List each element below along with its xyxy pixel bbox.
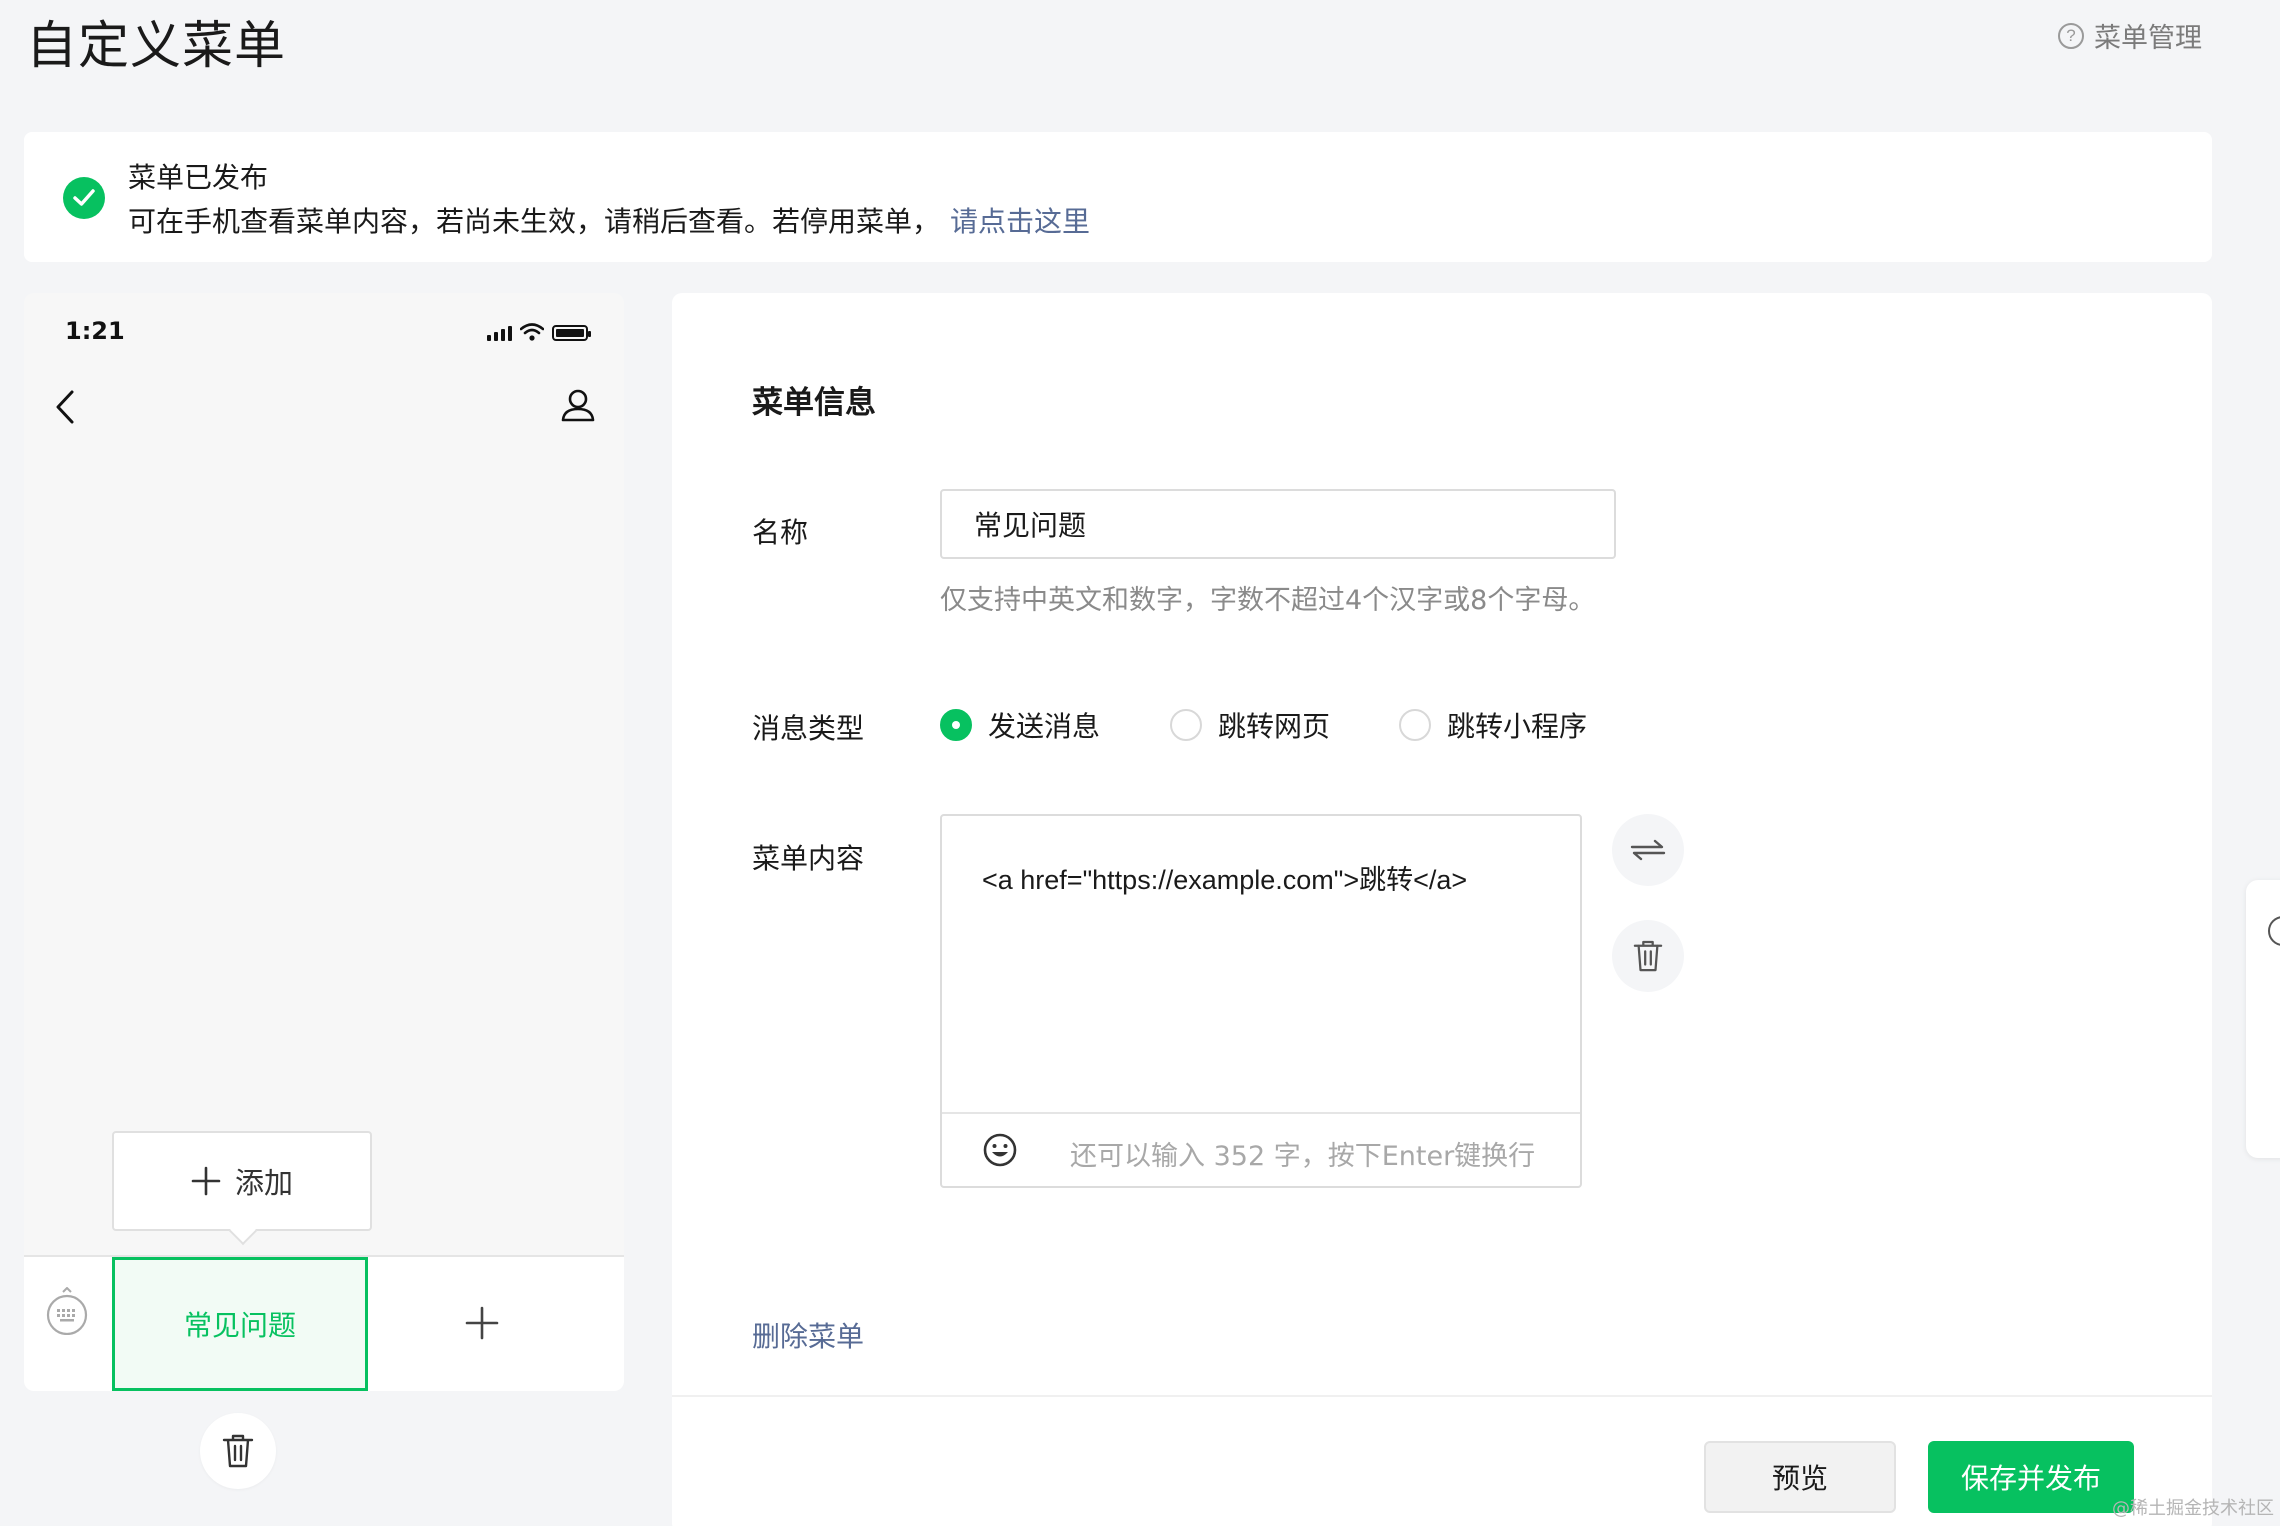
signal-icon (487, 326, 512, 341)
back-icon[interactable] (54, 389, 76, 429)
radio-dot (1399, 709, 1431, 741)
menu-editor-panel: 菜单信息 名称 仅支持中英文和数字，字数不超过4个汉字或8个字母。 消息类型 发… (672, 293, 2212, 1526)
preview-button[interactable]: 预览 (1704, 1441, 1896, 1513)
notice-text: 可在手机查看菜单内容，若尚未生效，请稍后查看。若停用菜单， (128, 205, 941, 238)
plus-icon (191, 1166, 221, 1196)
add-submenu-button[interactable]: 添加 (112, 1131, 372, 1246)
disable-menu-link[interactable]: 请点击这里 (950, 205, 1090, 238)
radio-send-message[interactable]: 发送消息 (940, 705, 1170, 745)
phone-delete-button[interactable] (200, 1413, 276, 1489)
panel-title: 菜单信息 (752, 385, 876, 421)
page-title: 自定义菜单 (26, 17, 287, 76)
radio-label: 跳转网页 (1218, 710, 1331, 743)
swap-button[interactable] (1612, 814, 1684, 886)
radio-label: 发送消息 (988, 710, 1101, 743)
check-icon (63, 177, 105, 219)
content-text[interactable]: <a href="https://example.com">跳转</a> (982, 858, 1467, 897)
name-label: 名称 (752, 516, 809, 549)
radio-dot (1170, 709, 1202, 741)
char-count: 还可以输入 352 字，按下Enter键换行 (1070, 1141, 1536, 1172)
notice-body: 可在手机查看菜单内容，若尚未生效，请稍后查看。若停用菜单， 请点击这里 (128, 200, 1090, 240)
emoji-icon[interactable] (982, 1132, 1018, 1172)
delete-content-button[interactable] (1612, 920, 1684, 992)
status-time: 1:21 (65, 317, 125, 345)
radio-dot (940, 709, 972, 741)
add-submenu-label: 添加 (234, 1166, 293, 1200)
status-icons (487, 323, 591, 341)
phone-preview: 1:21 添加 常见问题 (24, 293, 624, 1489)
watermark: @稀土掘金技术社区 (2112, 1498, 2274, 1519)
menu-management-link[interactable]: ? 菜单管理 (2058, 16, 2202, 55)
radio-jump-miniprogram[interactable]: 跳转小程序 (1399, 705, 1587, 745)
name-hint: 仅支持中英文和数字，字数不超过4个汉字或8个字母。 (940, 585, 1596, 616)
user-icon[interactable] (560, 387, 596, 427)
floating-feedback-tab[interactable] (2246, 880, 2280, 1158)
message-type-group: 发送消息 跳转网页 跳转小程序 (940, 705, 1587, 745)
radio-jump-webpage[interactable]: 跳转网页 (1170, 705, 1399, 745)
panel-divider (672, 1395, 2212, 1397)
trash-icon (222, 1434, 254, 1468)
menu-name-input[interactable] (940, 489, 1616, 559)
menu-management-label: 菜单管理 (2094, 23, 2202, 54)
save-publish-button[interactable]: 保存并发布 (1928, 1441, 2134, 1513)
wifi-icon (520, 323, 544, 341)
trash-icon (1633, 940, 1663, 972)
swap-icon (1630, 839, 1666, 861)
menu-content-editor[interactable]: <a href="https://example.com">跳转</a> 还可以… (940, 814, 1582, 1188)
content-label: 菜单内容 (752, 842, 865, 875)
add-menu-button[interactable] (454, 1295, 510, 1351)
notice-title: 菜单已发布 (128, 161, 269, 194)
keyboard-icon[interactable] (45, 1286, 89, 1339)
editor-footer: 还可以输入 352 字，按下Enter键换行 (942, 1112, 1580, 1186)
popup-arrow (228, 1216, 258, 1246)
menu-item-active[interactable]: 常见问题 (112, 1257, 368, 1391)
plus-icon (465, 1306, 499, 1340)
menu-bar: 常见问题 (24, 1255, 624, 1391)
radio-label: 跳转小程序 (1447, 710, 1588, 743)
help-icon: ? (2058, 22, 2084, 49)
delete-menu-link[interactable]: 删除菜单 (752, 1315, 864, 1355)
battery-icon (552, 325, 591, 341)
info-icon (2268, 916, 2280, 946)
type-label: 消息类型 (752, 712, 865, 745)
publish-notice: 菜单已发布 可在手机查看菜单内容，若尚未生效，请稍后查看。若停用菜单， 请点击这里 (24, 132, 2212, 262)
